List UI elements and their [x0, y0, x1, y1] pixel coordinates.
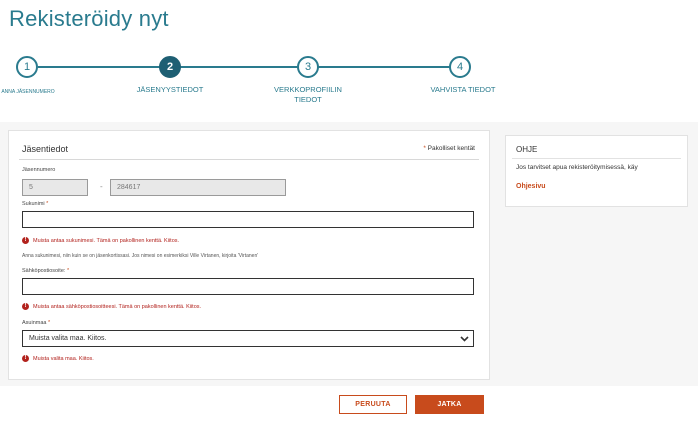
error-icon: !	[22, 355, 29, 362]
step-2-circle: 2	[159, 56, 181, 78]
email-input[interactable]	[22, 278, 474, 295]
help-panel: OHJE Jos tarvitset apua rekisteröitymise…	[505, 135, 688, 207]
member-number-separator: -	[100, 182, 103, 191]
divider	[19, 159, 479, 160]
country-error: ! Muista valita maa. Kiitos.	[22, 355, 94, 362]
step-connector	[180, 66, 298, 68]
surname-input[interactable]	[22, 211, 474, 228]
help-title: OHJE	[516, 145, 538, 154]
panel-heading: Jäsentiedot	[22, 144, 69, 154]
cancel-button[interactable]: PERUUTA	[339, 395, 407, 414]
step-2-label: JÄSENYYSTIEDOT	[136, 85, 204, 94]
step-1-circle: 1	[16, 56, 38, 78]
continue-button[interactable]: JATKA	[415, 395, 484, 414]
help-text: Jos tarvitset apua rekisteröitymisessä, …	[516, 164, 638, 171]
country-select[interactable]: Muista valita maa. Kiitos.	[22, 330, 474, 347]
step-1-label: ANNA JÄSENNUMERO	[1, 89, 55, 95]
email-error: ! Muista antaa sähköpostiosoitteesi. Täm…	[22, 303, 201, 310]
help-link[interactable]: Ohjesivu	[516, 183, 546, 190]
member-number-field: 284617	[110, 179, 286, 196]
country-label: Asuinmaa *	[22, 320, 51, 326]
page-title: Rekisteröidy nyt	[9, 6, 169, 31]
member-number-label: Jäsennumero	[22, 167, 56, 173]
surname-hint: Anna sukunimesi, niin kuin se on jäsenko…	[22, 253, 259, 259]
chevron-down-icon[interactable]	[455, 331, 473, 346]
surname-error: ! Muista antaa sukunimesi. Tämä on pakol…	[22, 237, 179, 244]
error-icon: !	[22, 303, 29, 310]
email-label: Sähköpostiosoite: *	[22, 268, 70, 274]
required-fields-note: * Pakolliset kentät	[423, 145, 475, 152]
progress-stepper: 1 2 3 4 ANNA JÄSENNUMERO JÄSENYYSTIEDOT …	[0, 52, 698, 112]
step-3-circle: 3	[297, 56, 319, 78]
divider	[512, 158, 681, 159]
step-4-circle: 4	[449, 56, 471, 78]
error-icon: !	[22, 237, 29, 244]
step-3-label: VERKKOPROFIILIN TIEDOT	[274, 85, 342, 104]
member-info-panel: Jäsentiedot * Pakolliset kentät Jäsennum…	[8, 130, 490, 380]
surname-label: Sukunimi *	[22, 201, 49, 207]
step-connector	[38, 66, 160, 68]
member-number-prefix-field: 5	[22, 179, 88, 196]
step-connector	[318, 66, 450, 68]
step-4-label: VAHVISTA TIEDOT	[430, 85, 496, 94]
